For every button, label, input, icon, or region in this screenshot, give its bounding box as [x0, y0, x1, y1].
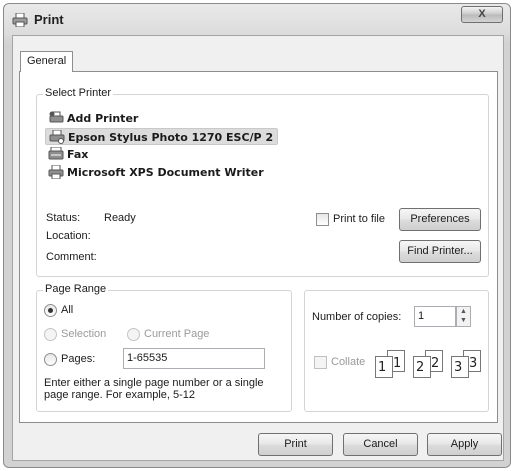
dialog-body: General Select Printer Add Printer Epson… — [12, 35, 504, 461]
window-title: Print — [34, 12, 64, 27]
find-printer-button[interactable]: Find Printer... — [399, 240, 481, 263]
collate-number: 1 — [393, 356, 402, 371]
printer-item-label: Fax — [67, 148, 89, 161]
select-printer-label: Select Printer — [43, 87, 114, 99]
collate-number: 2 — [431, 356, 440, 371]
cancel-button[interactable]: Cancel — [343, 433, 418, 456]
preferences-button-label: Preferences — [410, 213, 470, 225]
print-to-file-label[interactable]: Print to file — [333, 213, 385, 225]
fax-icon — [48, 147, 64, 160]
collate-label[interactable]: Collate — [331, 356, 365, 368]
printer-item-label: Add Printer — [67, 112, 139, 125]
tab-general-label: General — [27, 55, 67, 67]
selection-radio[interactable] — [44, 328, 57, 341]
tab-general[interactable]: General — [20, 51, 74, 72]
printer-item-xps[interactable]: Microsoft XPS Document Writer — [45, 164, 268, 181]
page-range-label: Page Range — [43, 283, 109, 295]
print-to-file-checkbox[interactable] — [316, 213, 329, 226]
status-label: Status: — [46, 212, 81, 224]
comment-label: Comment: — [46, 251, 97, 263]
pages-label[interactable]: Pages: — [61, 353, 95, 365]
printer-item-add-printer[interactable]: Add Printer — [45, 110, 142, 127]
select-printer-group: Select Printer Add Printer Epson Stylus … — [36, 87, 489, 277]
add-printer-icon — [49, 111, 64, 123]
copies-input[interactable]: 1 — [414, 306, 456, 327]
selection-label[interactable]: Selection — [61, 328, 106, 340]
copies-group: Number of copies: 1 ▲ ▼ Collate 1 1 2 2 — [304, 290, 489, 412]
printer-list[interactable]: Add Printer Epson Stylus Photo 1270 ESC/… — [45, 110, 485, 206]
print-button-label: Print — [284, 438, 307, 450]
pages-input[interactable]: 1-65535 — [123, 348, 265, 369]
cancel-button-label: Cancel — [363, 438, 398, 450]
collate-checkbox[interactable] — [314, 356, 327, 369]
printer-item-label: Epson Stylus Photo 1270 ESC/P 2 — [68, 131, 274, 144]
close-button[interactable]: X — [461, 6, 503, 23]
print-button[interactable]: Print — [258, 433, 333, 456]
printer-item-fax[interactable]: Fax — [45, 146, 92, 163]
spin-down-icon[interactable]: ▼ — [457, 316, 470, 326]
current-page-radio[interactable] — [127, 328, 140, 341]
printer-icon — [12, 13, 28, 27]
collate-illustration: 1 1 2 2 3 3 — [375, 346, 495, 382]
radio-dot — [48, 308, 53, 313]
copies-spinner[interactable]: ▲ ▼ — [456, 306, 471, 327]
collate-number: 1 — [378, 360, 387, 375]
current-page-label[interactable]: Current Page — [144, 328, 209, 340]
collate-number: 2 — [416, 360, 425, 375]
page-range-group: Page Range All Selection Current Page Pa… — [36, 283, 292, 412]
collate-number: 3 — [454, 360, 463, 375]
close-icon: X — [478, 8, 486, 20]
printer-item-label: Microsoft XPS Document Writer — [67, 166, 264, 179]
printer-icon — [49, 130, 65, 144]
print-dialog: Print X General Select Printer Add Print… — [3, 3, 511, 468]
pages-radio[interactable] — [44, 353, 57, 366]
printer-icon — [48, 165, 64, 179]
collate-number: 3 — [469, 356, 478, 371]
apply-button[interactable]: Apply — [427, 433, 502, 456]
page-range-hint: Enter either a single page number or a s… — [44, 377, 264, 401]
apply-button-label: Apply — [450, 438, 479, 450]
all-label[interactable]: All — [61, 304, 73, 316]
preferences-button[interactable]: Preferences — [399, 208, 481, 231]
printer-item-epson[interactable]: Epson Stylus Photo 1270 ESC/P 2 — [45, 128, 279, 145]
status-value: Ready — [104, 212, 136, 224]
location-label: Location: — [46, 230, 91, 242]
find-printer-button-label: Find Printer... — [407, 245, 473, 257]
all-radio[interactable] — [44, 304, 57, 317]
general-panel: Select Printer Add Printer Epson Stylus … — [19, 71, 498, 423]
number-of-copies-label: Number of copies: — [312, 311, 402, 323]
title-bar[interactable]: Print X — [4, 4, 510, 34]
